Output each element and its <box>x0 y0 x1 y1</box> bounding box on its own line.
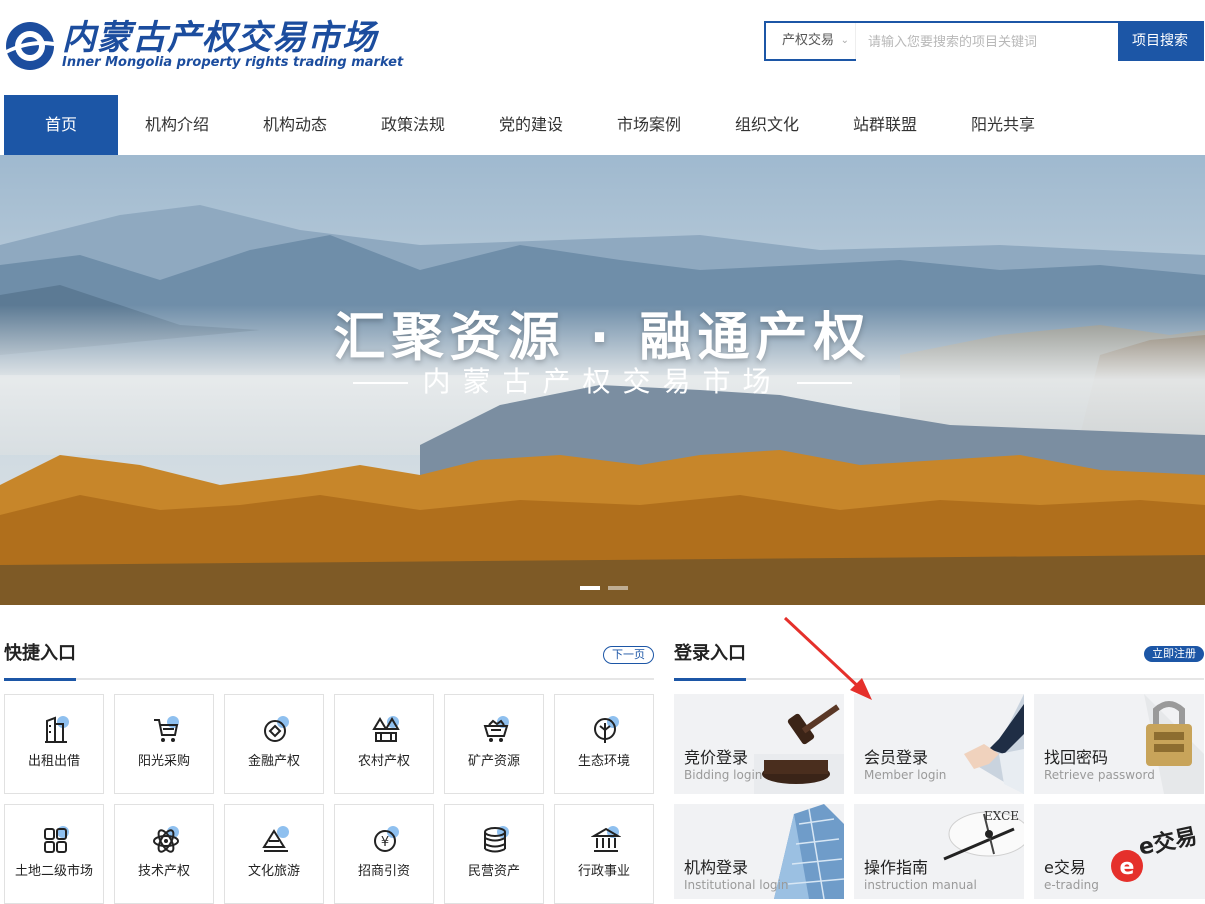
login-card-subtitle: Institutional login <box>684 878 789 892</box>
banner-title: 汇聚资源 · 融通产权 <box>333 308 872 368</box>
quick-item-label: 阳光采购 <box>137 754 190 769</box>
quick-entry-header: 快捷入口 下一页 <box>4 640 654 681</box>
quick-item-label: 技术产权 <box>137 864 190 879</box>
svg-text:EXCE: EXCE <box>984 809 1019 823</box>
quick-item-investment[interactable]: ¥ 招商引资 <box>334 804 434 904</box>
mine-cart-icon <box>483 716 509 742</box>
quick-item-label: 生态环境 <box>577 754 630 769</box>
farm-icon <box>372 716 400 742</box>
login-card-bidding[interactable]: 竞价登录 Bidding login <box>674 694 844 794</box>
search-category-value: 产权交易 <box>782 33 835 48</box>
nav-item-party[interactable]: 党的建设 <box>472 95 590 155</box>
login-card-subtitle: e-trading <box>1044 878 1099 892</box>
logo-chinese-name: 内蒙古产权交易市场 <box>62 18 377 58</box>
government-icon <box>591 826 621 852</box>
nav-item-about[interactable]: 机构介绍 <box>118 95 236 155</box>
login-card-title: 机构登录 <box>684 858 749 877</box>
login-card-title: 竞价登录 <box>684 748 749 767</box>
svg-text:e: e <box>1120 855 1135 880</box>
login-card-title: 操作指南 <box>864 858 929 877</box>
site-logo[interactable]: 内蒙古产权交易市场 Inner Mongolia property rights… <box>0 10 440 78</box>
land-icon <box>44 826 69 853</box>
finance-icon <box>264 716 289 742</box>
quick-item-label: 行政事业 <box>577 864 630 879</box>
login-card-subtitle: instruction manual <box>864 878 977 892</box>
mountain-icon <box>262 826 289 852</box>
quick-entry-title: 快捷入口 <box>4 640 76 681</box>
quick-item-rental[interactable]: 出租出借 <box>4 694 104 794</box>
quick-item-tourism[interactable]: 文化旅游 <box>224 804 324 904</box>
quick-item-label: 矿产资源 <box>467 754 520 769</box>
login-card-subtitle: Bidding login <box>684 768 763 782</box>
banner-subtitle-text: 内蒙古产权交易市场 <box>422 365 783 398</box>
building-icon <box>45 716 69 743</box>
login-card-manual[interactable]: EXCE 操作指南 instruction manual <box>854 804 1024 899</box>
login-card-retrieve-password[interactable]: 找回密码 Retrieve password <box>1034 694 1204 794</box>
hero-banner[interactable]: 汇聚资源 · 融通产权 内蒙古产权交易市场 <box>0 155 1205 605</box>
login-card-title: 找回密码 <box>1044 748 1109 767</box>
quick-item-land[interactable]: 土地二级市场 <box>4 804 104 904</box>
nav-item-policy[interactable]: 政策法规 <box>354 95 472 155</box>
banner-subtitle-right-rule <box>796 382 852 384</box>
nav-item-home[interactable]: 首页 <box>4 95 118 155</box>
login-card-subtitle: Member login <box>864 768 947 782</box>
cart-icon <box>154 716 179 742</box>
quick-item-ecology[interactable]: 生态环境 <box>554 694 654 794</box>
coins-icon <box>484 826 509 853</box>
nav-item-sharing[interactable]: 阳光共享 <box>944 95 1062 155</box>
nav-item-alliance[interactable]: 站群联盟 <box>826 95 944 155</box>
banner-subtitle-left-rule <box>353 382 409 384</box>
nav-item-news[interactable]: 机构动态 <box>236 95 354 155</box>
search-category-select[interactable]: 产权交易 ⌄ <box>766 23 856 59</box>
atom-icon <box>153 826 179 853</box>
login-entry-title: 登录入口 <box>674 640 746 681</box>
main-nav: 首页 机构介绍 机构动态 政策法规 党的建设 市场案例 组织文化 站群联盟 阳光… <box>4 95 1204 155</box>
quick-item-rural[interactable]: 农村产权 <box>334 694 434 794</box>
quick-item-private-assets[interactable]: 民营资产 <box>444 804 544 904</box>
login-card-e-trading[interactable]: e e交易 e-trading e交易 <box>1034 804 1205 899</box>
quick-item-administrative[interactable]: 行政事业 <box>554 804 654 904</box>
quick-item-label: 文化旅游 <box>247 864 300 879</box>
quick-item-technology[interactable]: 技术产权 <box>114 804 214 904</box>
quick-next-page-button[interactable]: 下一页 <box>603 646 654 664</box>
quick-item-label: 金融产权 <box>247 754 300 769</box>
login-entry-header: 登录入口 立即注册 <box>674 640 1204 681</box>
login-card-institution[interactable]: 机构登录 Institutional login <box>674 804 844 899</box>
banner-pagination <box>580 586 628 590</box>
login-card-title: e交易 <box>1044 858 1086 877</box>
yuan-icon: ¥ <box>374 826 399 852</box>
logo-emblem-icon <box>6 22 54 70</box>
search-bar: 产权交易 ⌄ 项目搜索 <box>764 21 1204 61</box>
login-card-member[interactable]: 会员登录 Member login <box>854 694 1024 794</box>
banner-dot-1[interactable] <box>580 586 600 590</box>
quick-item-label: 招商引资 <box>357 864 410 879</box>
search-input[interactable] <box>856 23 1118 61</box>
nav-item-cases[interactable]: 市场案例 <box>590 95 708 155</box>
leaf-icon <box>594 716 619 743</box>
register-now-button[interactable]: 立即注册 <box>1144 646 1204 662</box>
chevron-down-icon: ⌄ <box>840 35 849 46</box>
quick-item-finance[interactable]: 金融产权 <box>224 694 324 794</box>
quick-item-procurement[interactable]: 阳光采购 <box>114 694 214 794</box>
search-button[interactable]: 项目搜索 <box>1118 23 1202 59</box>
login-card-subtitle: Retrieve password <box>1044 768 1155 782</box>
logo-english-name: Inner Mongolia property rights trading m… <box>62 55 404 70</box>
login-card-title: 会员登录 <box>864 748 929 767</box>
quick-item-label: 出租出借 <box>27 754 80 769</box>
quick-item-minerals[interactable]: 矿产资源 <box>444 694 544 794</box>
svg-text:¥: ¥ <box>381 835 389 850</box>
handshake-icon <box>964 694 1024 794</box>
quick-item-label: 民营资产 <box>467 864 520 879</box>
banner-dot-2[interactable] <box>608 586 628 590</box>
banner-subtitle: 内蒙古产权交易市场 <box>0 360 1205 400</box>
quick-item-label: 土地二级市场 <box>14 864 93 879</box>
nav-item-culture[interactable]: 组织文化 <box>708 95 826 155</box>
quick-item-label: 农村产权 <box>357 754 410 769</box>
